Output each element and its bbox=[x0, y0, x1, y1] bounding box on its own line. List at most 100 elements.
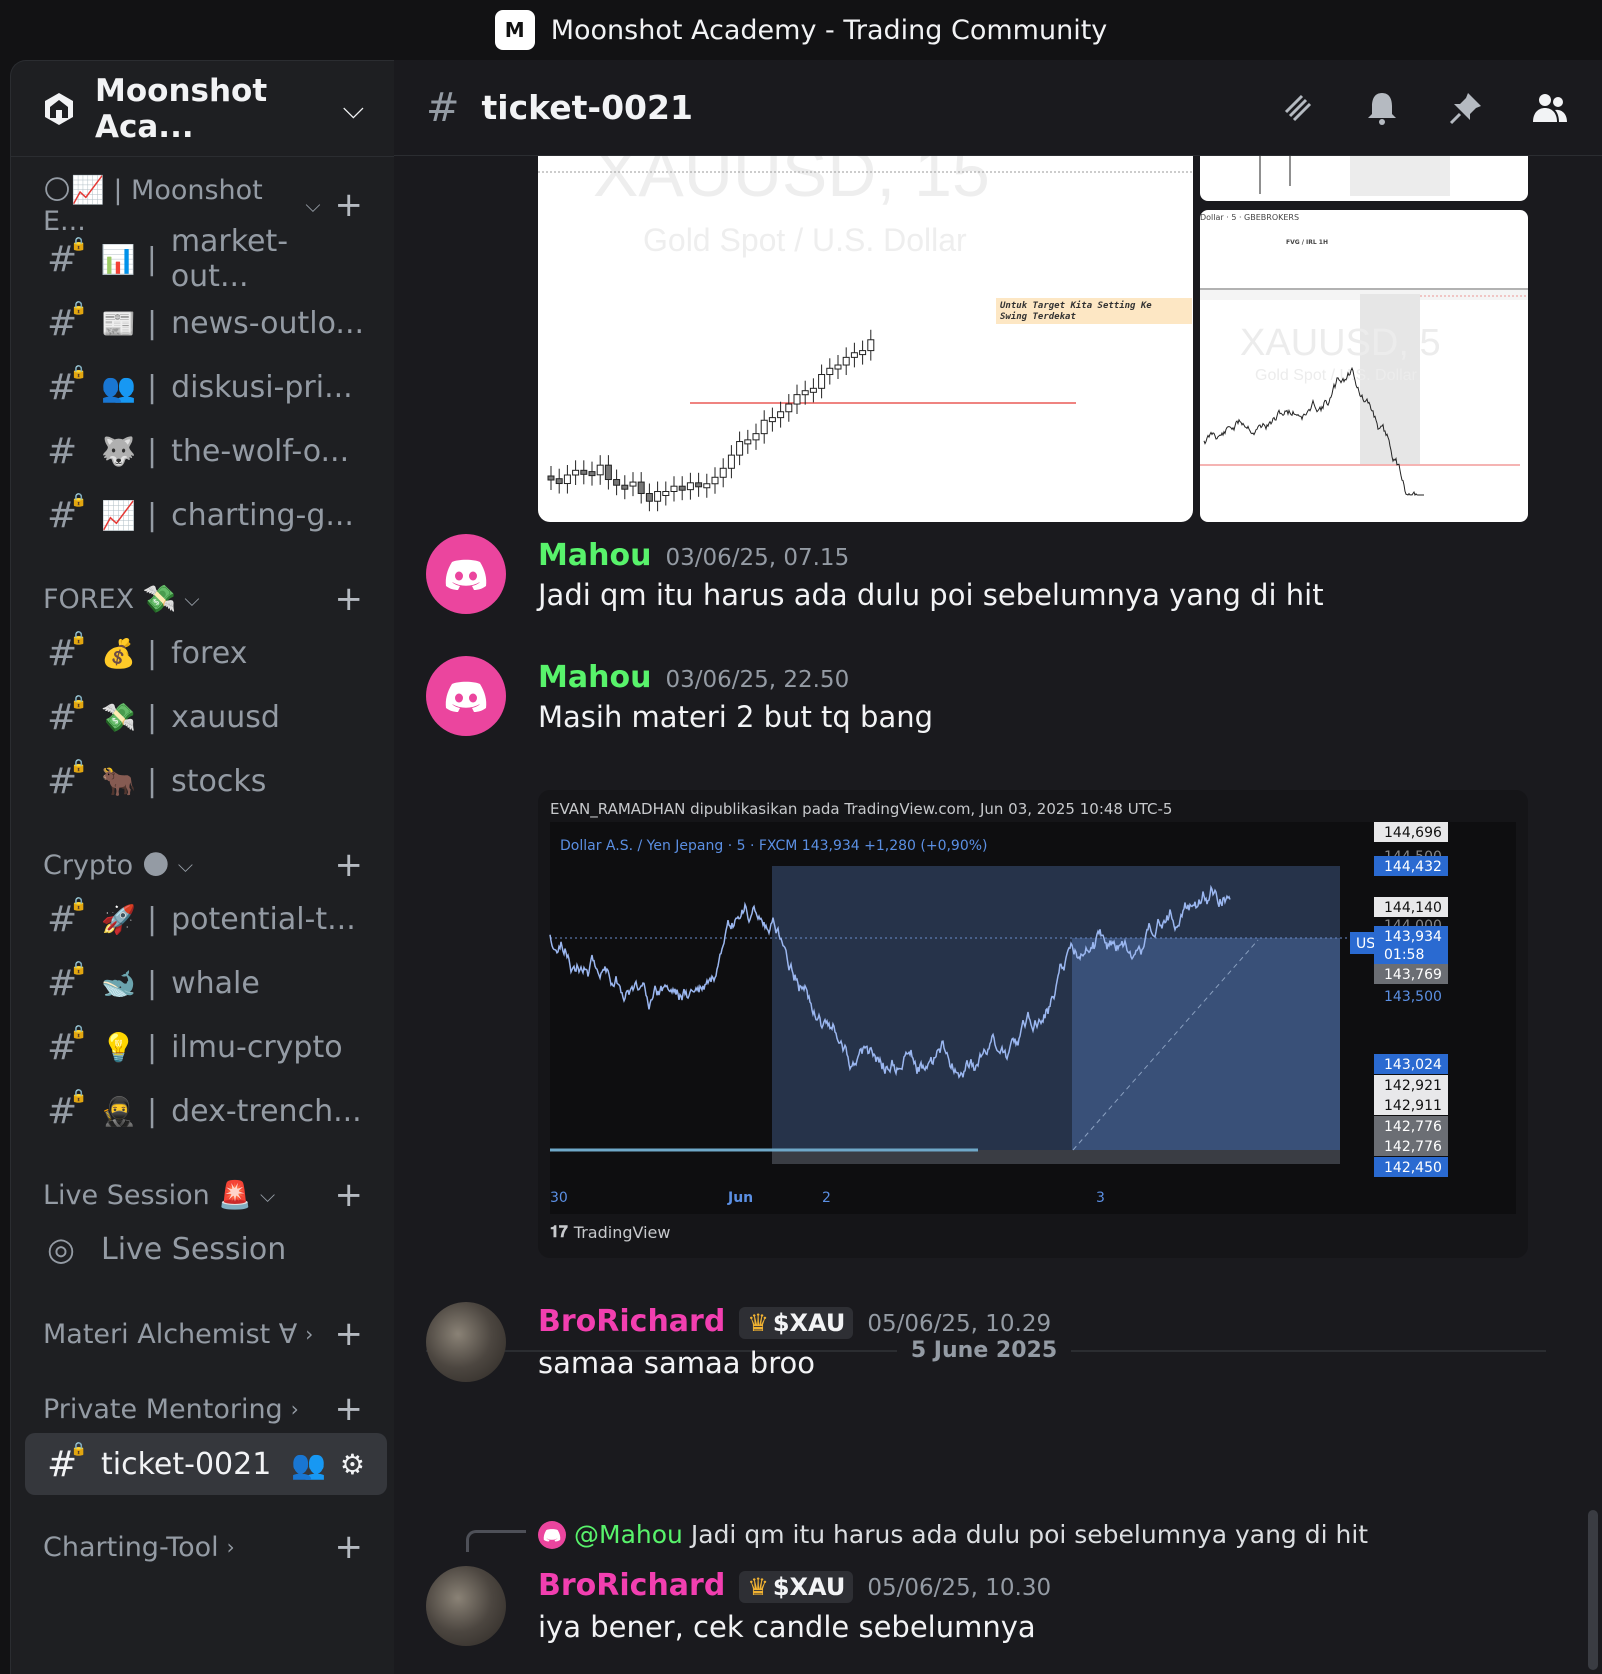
channel-market-outlook[interactable]: # 🔒 📊 | market-out... bbox=[25, 224, 387, 294]
app-logo-icon: M bbox=[494, 10, 535, 50]
channel-the-wolf[interactable]: # 🐺 | the-wolf-o... bbox=[25, 423, 387, 479]
category-label: Private Mentoring bbox=[43, 1393, 283, 1425]
channel-name: dex-trench... bbox=[171, 1093, 362, 1129]
add-channel-icon[interactable]: + bbox=[335, 1389, 364, 1429]
pin-icon[interactable] bbox=[1446, 88, 1486, 128]
category-live-session[interactable]: Live Session 🚨 ⌵ + bbox=[11, 1175, 394, 1215]
avatar[interactable] bbox=[426, 1566, 506, 1646]
locked-text-channel-icon: # 🔒 bbox=[47, 896, 87, 940]
chat-area: # ticket-0021 XAUUSD, 15 Gold Spot / U.S… bbox=[394, 60, 1602, 1674]
chart-watermark-subtitle: Gold Spot / U.S. Dollar bbox=[643, 222, 967, 258]
channel-emoji: 💸 bbox=[101, 700, 136, 734]
chevron-right-icon: › bbox=[226, 1535, 235, 1559]
avatar[interactable] bbox=[426, 656, 506, 736]
threads-icon[interactable] bbox=[1278, 88, 1318, 128]
category-private-mentoring[interactable]: Private Mentoring › + bbox=[11, 1389, 394, 1429]
channel-charting[interactable]: # 🔒 📈 | charting-g... bbox=[25, 487, 387, 543]
channel-header: # ticket-0021 bbox=[394, 60, 1602, 156]
channel-name: ilmu-crypto bbox=[171, 1029, 343, 1065]
username[interactable]: Mahou bbox=[538, 660, 651, 695]
reply-connector bbox=[466, 1530, 526, 1552]
channel-name: forex bbox=[171, 635, 248, 671]
category-materi-alchemist[interactable]: Materi Alchemist ∀ › + bbox=[11, 1314, 394, 1354]
locked-text-channel-icon: # 🔒 bbox=[47, 758, 87, 802]
channel-forex[interactable]: # 🔒 💰 | forex bbox=[25, 625, 387, 681]
add-channel-icon[interactable]: + bbox=[335, 185, 364, 225]
channel-name: stocks bbox=[171, 763, 267, 799]
x-axis-label: 30 bbox=[550, 1190, 568, 1206]
role-badge[interactable]: ♛ $XAU bbox=[739, 1571, 854, 1603]
price-label: 144,432 bbox=[1384, 859, 1442, 875]
channel-name: news-outlo... bbox=[171, 305, 365, 341]
reply-mention[interactable]: @Mahou bbox=[574, 1520, 683, 1549]
add-channel-icon[interactable]: + bbox=[335, 1527, 364, 1567]
price-label: 142,776 bbox=[1384, 1139, 1442, 1155]
channel-potential[interactable]: # 🔒 🚀 | potential-t... bbox=[25, 891, 387, 947]
attachment-image-top-right[interactable] bbox=[1200, 156, 1528, 201]
locked-text-channel-icon: # 🔒 bbox=[47, 630, 87, 674]
timestamp: 05/06/25, 10.30 bbox=[867, 1575, 1052, 1601]
category-crypto[interactable]: Crypto 🌑 ⌵ + bbox=[11, 845, 394, 885]
avatar[interactable] bbox=[426, 534, 506, 614]
discord-logo-icon bbox=[538, 1520, 566, 1549]
category-moonshot[interactable]: 🌕📈 | Moonshot E... ⌵ + bbox=[11, 175, 394, 237]
channel-dex-trench[interactable]: # 🔒 🥷 | dex-trench... bbox=[25, 1083, 387, 1139]
svg-text:Dollar · 5 · GBEBROKERS: Dollar · 5 · GBEBROKERS bbox=[1200, 213, 1299, 222]
add-channel-icon[interactable]: + bbox=[335, 845, 364, 885]
countdown-label: 01:58 bbox=[1384, 947, 1424, 963]
add-channel-icon[interactable]: + bbox=[335, 579, 364, 619]
message-content: iya bener, cek candle sebelumnya bbox=[538, 1610, 1036, 1644]
locked-text-channel-icon: # 🔒 bbox=[47, 300, 87, 344]
price-label: 142,921 bbox=[1384, 1078, 1442, 1094]
locked-text-channel-icon: # 🔒 bbox=[47, 1024, 87, 1068]
channel-title: ticket-0021 bbox=[481, 88, 693, 127]
price-label: 143,769 bbox=[1384, 967, 1442, 983]
channel-name: potential-t... bbox=[171, 901, 356, 937]
add-channel-icon[interactable]: + bbox=[335, 1314, 364, 1354]
channel-name: diskusi-pri... bbox=[171, 369, 353, 405]
gear-icon[interactable]: ⚙ bbox=[340, 1448, 365, 1481]
category-label: Materi Alchemist ∀ bbox=[43, 1318, 298, 1350]
bell-icon[interactable] bbox=[1362, 88, 1402, 128]
server-header[interactable]: Moonshot Aca... ⌵ bbox=[11, 61, 394, 157]
add-channel-icon[interactable]: + bbox=[335, 1175, 364, 1215]
avatar[interactable] bbox=[426, 1302, 506, 1382]
timestamp: 03/06/25, 22.50 bbox=[665, 667, 850, 693]
channel-ticket-0021[interactable]: # 🔒 ticket-0021 👥 ⚙ bbox=[25, 1433, 387, 1495]
svg-text:Untuk Target Kita Setting Ke: Untuk Target Kita Setting Ke bbox=[1000, 300, 1152, 311]
username[interactable]: BroRichard bbox=[538, 1304, 725, 1339]
invite-member-icon[interactable]: 👥 bbox=[291, 1448, 326, 1481]
message-content: Jadi qm itu harus ada dulu poi sebelumny… bbox=[538, 578, 1324, 612]
chart-watermark-title: XAUUSD, 15 bbox=[593, 156, 990, 211]
reply-reference[interactable]: @Mahou Jadi qm itu harus ada dulu poi se… bbox=[538, 1520, 1368, 1549]
member-list-icon[interactable] bbox=[1530, 88, 1570, 128]
attachment-image-xauusd-15[interactable]: XAUUSD, 15 Gold Spot / U.S. Dollar Untuk… bbox=[538, 156, 1193, 522]
channel-diskusi[interactable]: # 🔒 👥 | diskusi-pri... bbox=[25, 359, 387, 415]
channel-news-outlook[interactable]: # 🔒 📰 | news-outlo... bbox=[25, 295, 387, 351]
username[interactable]: BroRichard bbox=[538, 1568, 725, 1603]
channel-ilmu-crypto[interactable]: # 🔒 💡 | ilmu-crypto bbox=[25, 1019, 387, 1075]
username[interactable]: Mahou bbox=[538, 538, 651, 573]
crown-icon: ♛ bbox=[747, 1573, 769, 1601]
discord-logo-icon bbox=[445, 681, 487, 712]
channel-stocks[interactable]: # 🔒 🐂 | stocks bbox=[25, 753, 387, 809]
channel-live-session[interactable]: ◎ Live Session bbox=[25, 1221, 387, 1277]
role-badge[interactable]: ♛ $XAU bbox=[739, 1307, 854, 1339]
channel-name: Live Session bbox=[101, 1231, 287, 1267]
scrollbar[interactable] bbox=[1588, 1510, 1598, 1670]
attachment-image-xauusd-5[interactable]: Dollar · 5 · GBEBROKERS FVG / IRL 1H XAU… bbox=[1200, 210, 1528, 522]
window-titlebar: M Moonshot Academy - Trading Community bbox=[0, 0, 1602, 60]
channel-emoji: 🥷 bbox=[101, 1094, 136, 1128]
category-charting-tool[interactable]: Charting-Tool › + bbox=[11, 1527, 394, 1567]
attachment-image-usdjpy[interactable]: EVAN_RAMADHAN dipublikasikan pada Tradin… bbox=[538, 790, 1528, 1258]
price-label: 142,911 bbox=[1384, 1098, 1442, 1114]
locked-text-channel-icon: # bbox=[426, 84, 460, 131]
date-divider: 5 June 2025 bbox=[896, 1338, 1072, 1363]
channel-xauusd[interactable]: # 🔒 💸 | xauusd bbox=[25, 689, 387, 745]
discord-logo-icon bbox=[445, 559, 487, 590]
channel-whale[interactable]: # 🔒 🐋 | whale bbox=[25, 955, 387, 1011]
chevron-down-icon: ⌵ bbox=[184, 587, 200, 611]
channel-emoji: 💡 bbox=[101, 1030, 136, 1064]
category-forex[interactable]: FOREX 💸 ⌵ + bbox=[11, 579, 394, 619]
x-axis-label: 2 bbox=[822, 1190, 831, 1206]
